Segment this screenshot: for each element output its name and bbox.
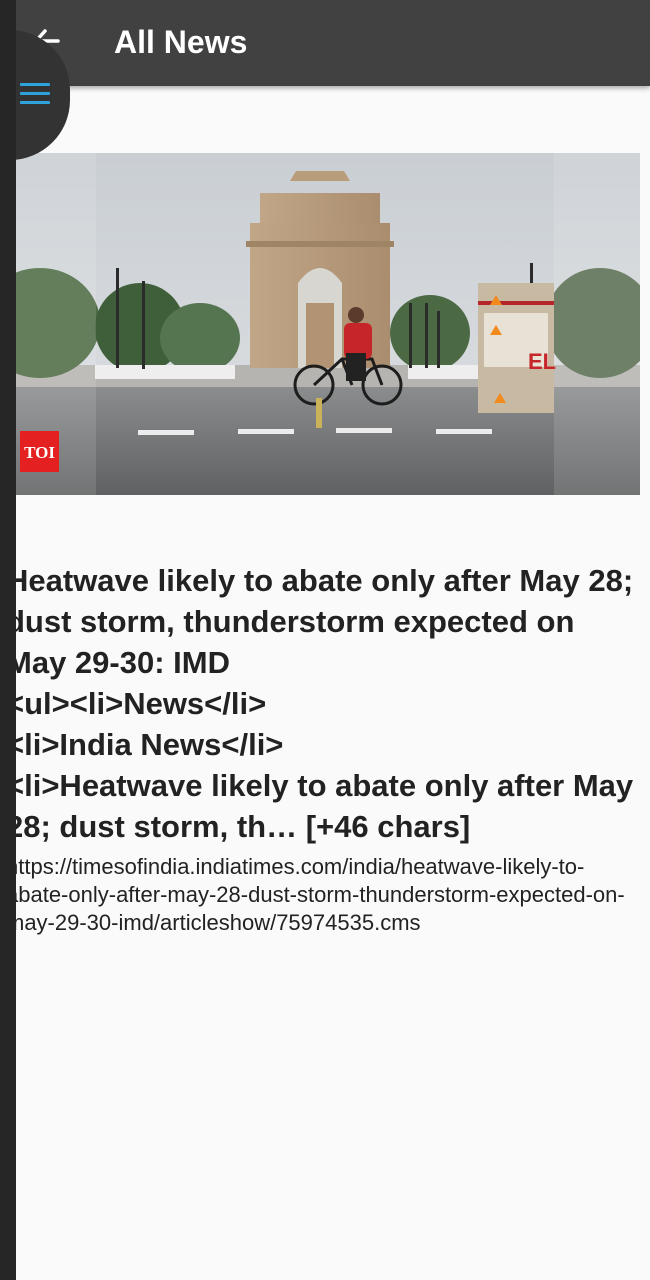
hamburger-menu-icon[interactable] — [18, 80, 54, 108]
svg-text:EL: EL — [528, 349, 556, 374]
article-title[interactable]: Heatwave likely to abate only after May … — [6, 560, 636, 847]
news-article[interactable]: Heatwave likely to abate only after May … — [6, 560, 636, 937]
news-screen: All News EL TOI Heatwave likely to abate… — [0, 0, 650, 1280]
article-image[interactable]: EL TOI — [0, 153, 640, 495]
article-url[interactable]: https://timesofindia.indiatimes.com/indi… — [6, 853, 636, 937]
page-title: All News — [114, 24, 248, 60]
app-bar: All News — [0, 0, 650, 86]
navigation-drawer-edge — [0, 0, 16, 1280]
toi-badge-label: TOI — [24, 443, 55, 462]
